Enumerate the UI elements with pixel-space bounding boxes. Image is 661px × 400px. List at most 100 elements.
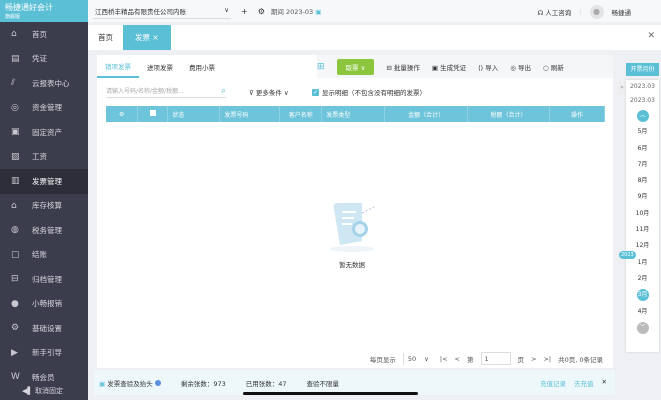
close-icon[interactable]: ✕ (647, 31, 655, 41)
checkbox-icon (149, 110, 156, 116)
sidebar-item-money[interactable]: ◎ 资金管理 (0, 96, 88, 121)
sidebar-item-reimburse[interactable]: ● 小畅报销 (0, 292, 88, 317)
first-page-icon[interactable]: |< (440, 355, 448, 363)
sidebar-item-asset[interactable]: ▣ 固定资产 (0, 120, 88, 145)
month-label: 10月 (635, 209, 650, 217)
month-label: 6月 (637, 144, 648, 152)
sidebar-item-voucher[interactable]: ▤ 凭证 (0, 47, 88, 72)
logo-title: 畅捷通好会计 (5, 3, 53, 12)
next-page-icon[interactable]: > (531, 355, 536, 363)
more-filters-button[interactable]: ⊽ 更多条件 ∨ (249, 87, 289, 97)
sidebar-item-stock[interactable]: ⌂ 库存核算 (0, 194, 88, 219)
month-item[interactable]: 10月 (626, 206, 659, 222)
logo[interactable]: 畅捷通好会计 旗舰版 (0, 0, 88, 22)
add-icon[interactable]: + (241, 7, 248, 16)
voucher-icon: ▤ (11, 53, 20, 64)
month-label: 4月 (637, 307, 648, 315)
subtab-sales[interactable]: 销项发票 (97, 55, 139, 78)
empty-text: 暂无数据 (339, 261, 365, 269)
support-button[interactable]: ☊ 人工咨询 (537, 7, 571, 17)
month-item[interactable]: 8月 (626, 173, 659, 189)
sidebar-item-archive[interactable]: ⊟ 归档管理 (0, 267, 88, 292)
invoice-check-title[interactable]: ▣ 发票查验及抬头 (99, 378, 161, 388)
batch-button[interactable]: ⊟ 批量操作 (386, 62, 420, 72)
column-header: 税额（合计） (467, 106, 550, 122)
grid-icon[interactable]: ⊞ (317, 62, 325, 72)
recharge-link[interactable]: 去充值 (574, 378, 594, 388)
tax-icon: ◍ (11, 225, 19, 236)
month-item[interactable]: 3月 (626, 287, 659, 303)
start-date[interactable]: 2023.03 (626, 80, 659, 94)
more-filters-label: 更多条件 ∨ (255, 89, 289, 97)
sidebar-item-label: 基础设置 (32, 323, 62, 333)
sidebar-item-home[interactable]: ⌂ 首页 (0, 22, 88, 47)
used-count: 已用张数：47 (245, 379, 287, 388)
show-detail-label: 显示明细（不包含没有明细的发票） (322, 89, 426, 97)
divider: | (579, 8, 582, 16)
avatar[interactable]: ● (589, 5, 604, 19)
column-header: 操作 (549, 106, 606, 122)
checkout-icon: ▢ (11, 249, 20, 260)
column-header: 客户名称 (279, 106, 323, 122)
sidebar-item-invoice[interactable]: ▥ 发票管理 (0, 169, 88, 194)
recharge-log-link[interactable]: 充值记录 (540, 378, 566, 388)
info-dot-icon (154, 379, 161, 386)
month-item[interactable]: 11月 (626, 222, 659, 238)
month-item[interactable]: 2023 1月 (619, 250, 659, 271)
generate-voucher-button[interactable]: ▣ 生成凭证 (432, 62, 466, 72)
per-page-select[interactable]: 50 ∨ (402, 352, 433, 365)
month-item[interactable]: 7月 (626, 157, 659, 173)
scroll-up-icon[interactable]: ︿ (626, 108, 659, 124)
sidebar-item-tax[interactable]: ◍ 税务管理 (0, 218, 88, 243)
prev-page-icon[interactable]: < (455, 355, 460, 363)
export-button[interactable]: ◎ 导出 (510, 62, 531, 72)
column-settings-icon[interactable]: ⚙ (106, 106, 139, 122)
member-icon: W (11, 372, 20, 383)
subtab-purchase[interactable]: 进项发票 (139, 55, 181, 78)
page-input[interactable]: 1 (480, 352, 511, 365)
batch-label: 批量操作 (393, 63, 420, 72)
chart-icon: ⫽ (11, 78, 16, 89)
sidebar-item-label: 发票管理 (32, 176, 62, 186)
show-detail-checkbox[interactable]: ✓ 显示明细（不包含没有明细的发票） (312, 87, 426, 97)
sidebar-item-label: 固定资产 (32, 127, 62, 137)
period-picker[interactable]: 期间 2023-03 ▣ (271, 6, 321, 16)
sidebar-item-salary[interactable]: ▨ 工资 (0, 145, 88, 170)
gear-icon[interactable]: ⚙ (258, 7, 265, 16)
page-summary: 共0页, 0条记录 (558, 355, 603, 364)
sidebar-item-guide[interactable]: ▶ 新手引导 (0, 341, 88, 366)
select-all-checkbox[interactable] (137, 106, 169, 122)
month-label: 8月 (637, 177, 648, 185)
year-badge: 2023 (619, 250, 636, 259)
sidebar-item-label: 结账 (32, 250, 47, 260)
unpin-button[interactable]: ◀▌ 取消固定 (22, 386, 63, 396)
search-icon[interactable]: ⌕ (221, 86, 226, 96)
sidebar-nav: ⌂ 首页 ▤ 凭证 ⫽ 云报表中心 ◎ 资金管理 ▣ 固定资产 ▨ 工资 ▥ 发票管理 ⌂ 库存核算 ◍ 税务管理… (0, 22, 88, 390)
search-input[interactable]: 请输入号码/名称/金额/税额... ⌕ (106, 84, 226, 98)
tab-invoice[interactable]: 发票 × (123, 25, 171, 50)
scroll-down-icon[interactable]: ﹀ (626, 320, 659, 336)
collapse-arrow-icon[interactable]: » (618, 82, 626, 94)
sidebar-item-checkout[interactable]: ▢ 结账 (0, 243, 88, 268)
tab-home[interactable]: 首页 (88, 25, 123, 50)
last-page-icon[interactable]: >| (543, 355, 551, 363)
refresh-button[interactable]: ○ 刷新 (543, 62, 564, 72)
month-item[interactable]: 6月 (626, 141, 659, 157)
footer-title: 发票查验及抬头 (107, 379, 153, 388)
fetch-invoice-button[interactable]: 取票 ∨ (336, 58, 375, 75)
sidebar: 畅捷通好会计 旗舰版 ⌂ 首页 ▤ 凭证 ⫽ 云报表中心 ◎ 资金管理 ▣ 固定资产 ▨ 工资 ▥ 发票管理… (0, 0, 88, 400)
month-item[interactable]: 5月 (626, 124, 659, 140)
chevron-down-icon: ∨ (224, 5, 229, 14)
subtab-expense[interactable]: 费用小票 (181, 55, 223, 78)
user-name[interactable]: 畅捷通 (612, 7, 632, 17)
month-item[interactable]: 9月 (626, 189, 659, 205)
company-select[interactable]: 江西桥丰精品有限责任公司内账 ∨ (93, 4, 231, 19)
month-item[interactable]: 2月 (626, 271, 659, 287)
sidebar-item-settings[interactable]: ⚙ 基础设置 (0, 316, 88, 341)
import-button[interactable]: ⟨⟩ 导入 (478, 62, 498, 72)
sidebar-item-chart[interactable]: ⫽ 云报表中心 (0, 71, 88, 96)
end-date[interactable]: 2023.03 (626, 94, 659, 108)
close-icon[interactable]: ✕ (602, 378, 607, 388)
logo-edition: 旗舰版 (5, 14, 21, 20)
month-item[interactable]: 4月 (626, 304, 659, 320)
